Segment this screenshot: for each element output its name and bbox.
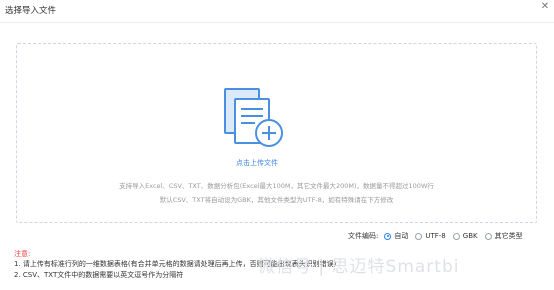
encoding-label: 文件编码:	[348, 232, 379, 240]
watermark: 微信号 | 思迈特Smartbi	[258, 257, 460, 277]
notice-line-2: 2. CSV、TXT文件中的数据需要以英文逗号作为分隔符	[14, 271, 184, 279]
encoding-option-auto[interactable]: 自动	[384, 231, 408, 241]
upload-description-line-1: 支持导入Excel、CSV、TXT、数据分析包(Excel最大100M，其它文件…	[119, 182, 434, 190]
encoding-option-label: UTF-8	[425, 232, 446, 240]
import-file-dialog: 选择导入文件 ✕ 点击上传文件 支持导入Excel、CSV、TXT、数据分析包(…	[0, 0, 554, 290]
encoding-option-label: 其它类型	[494, 232, 523, 240]
encoding-option-other[interactable]: 其它类型	[484, 231, 523, 241]
encoding-option-utf8[interactable]: UTF-8	[415, 232, 446, 240]
radio-icon[interactable]	[484, 232, 492, 240]
radio-selected-icon[interactable]	[384, 232, 392, 240]
notice-title: 注意:	[14, 250, 31, 258]
title-divider	[0, 22, 554, 23]
encoding-option-label: 自动	[394, 232, 409, 240]
close-icon[interactable]: ✕	[540, 2, 550, 12]
encoding-option-label: GBK	[462, 232, 478, 240]
upload-description-line-2: 默认CSV、TXT将自动设为GBK，其他文件类型为UTF-8，如有特殊请在下方修…	[159, 196, 394, 204]
radio-icon[interactable]	[415, 232, 423, 240]
file-add-icon[interactable]	[223, 87, 285, 151]
encoding-selector: 文件编码: 自动 UTF-8 GBK 其它类型	[348, 230, 530, 242]
radio-icon[interactable]	[452, 232, 460, 240]
encoding-option-gbk[interactable]: GBK	[452, 232, 478, 240]
dialog-title: 选择导入文件	[5, 6, 57, 16]
upload-file-link[interactable]: 点击上传文件	[232, 158, 282, 168]
